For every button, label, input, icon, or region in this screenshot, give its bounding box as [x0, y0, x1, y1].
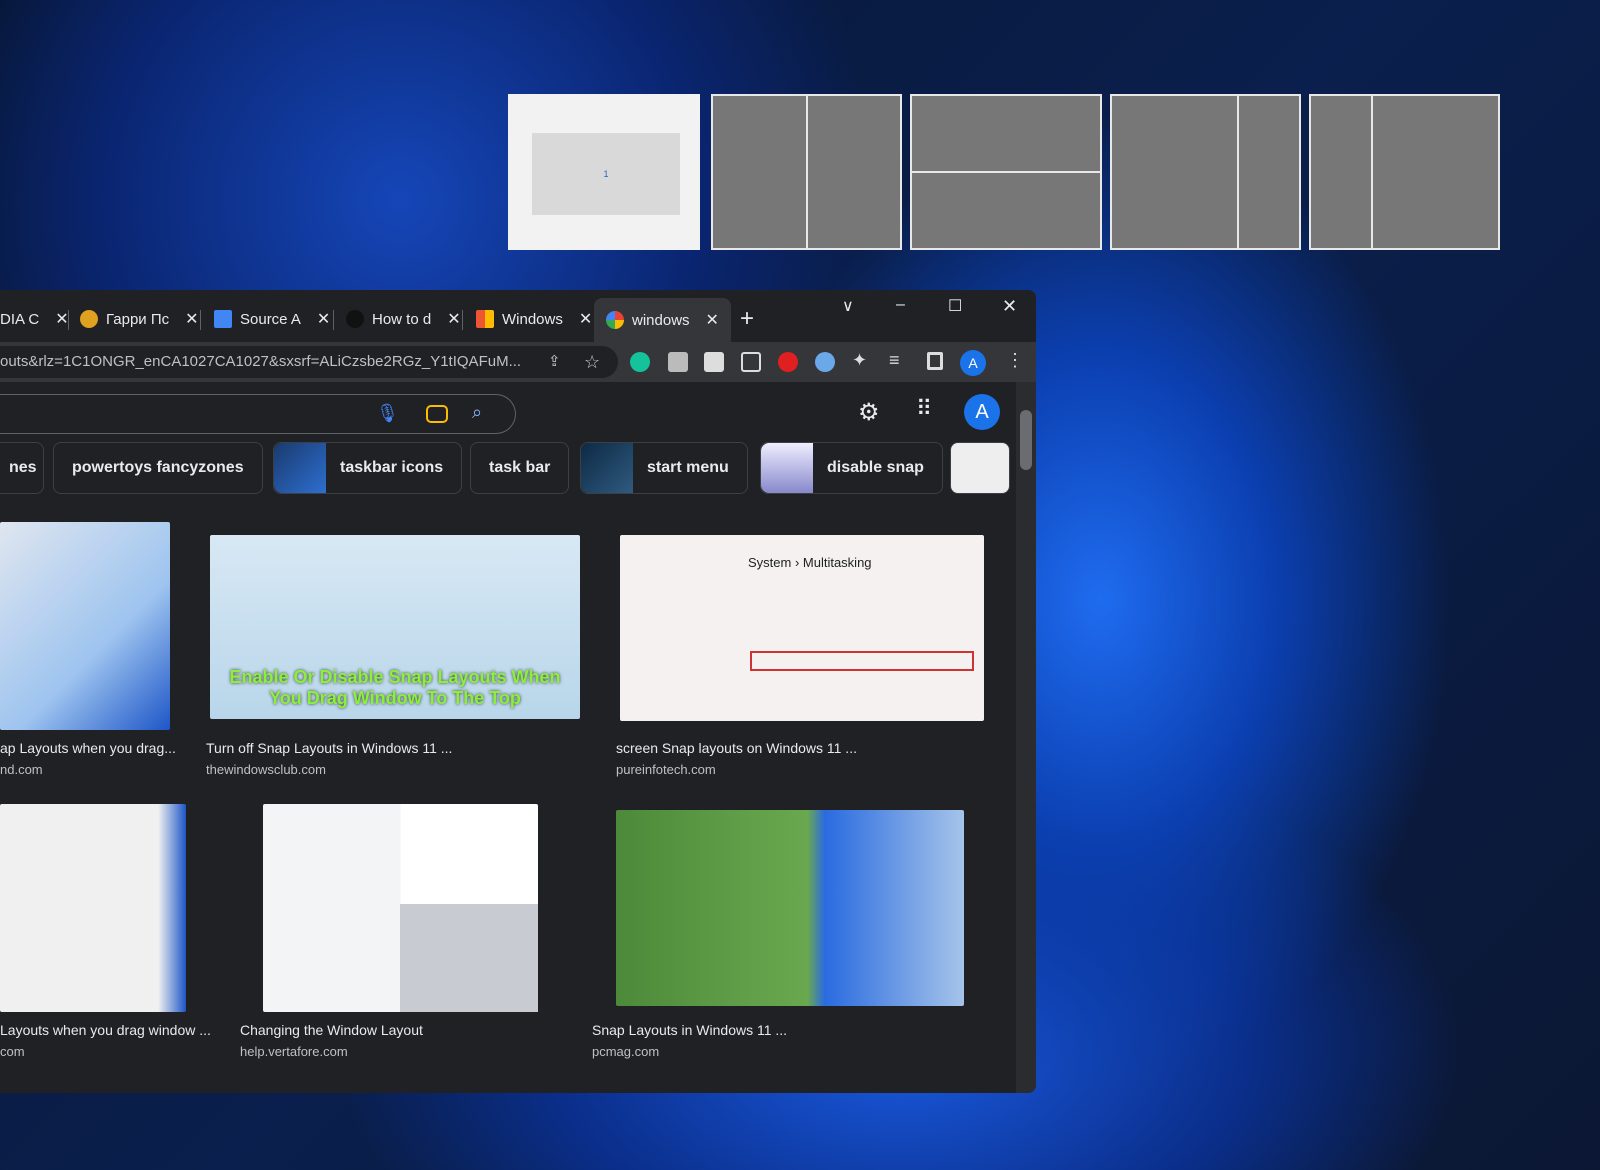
tab[interactable]: Windows ✕: [476, 304, 592, 334]
chip[interactable]: powertoys fancyzones: [53, 442, 263, 494]
settings-gear-icon[interactable]: ⚙: [858, 398, 880, 427]
search-extension-icon[interactable]: [815, 352, 835, 372]
voice-search-icon[interactable]: 🎙: [376, 403, 399, 424]
result-image[interactable]: System › Multitasking: [620, 535, 984, 721]
close-tab-icon[interactable]: ✕: [185, 309, 198, 329]
search-results-page: 🎙 ⌕ ⚙ ⠿ A nes powertoys fancyzones taskb…: [0, 382, 1016, 1093]
result-title[interactable]: Snap Layouts in Windows 11 ...: [592, 1022, 787, 1038]
result-source[interactable]: com: [0, 1044, 25, 1059]
extension-icon[interactable]: [668, 352, 688, 372]
picture-in-picture-icon[interactable]: [741, 352, 761, 372]
chip-thumbnail: [274, 443, 326, 493]
result-title[interactable]: ap Layouts when you drag...: [0, 740, 176, 756]
result-title[interactable]: Changing the Window Layout: [240, 1022, 423, 1038]
result-image[interactable]: [0, 804, 186, 1012]
close-tab-icon[interactable]: ✕: [317, 309, 330, 329]
snap-layout-full[interactable]: 1: [508, 94, 700, 250]
chip[interactable]: task bar: [470, 442, 570, 494]
apps-grid-icon[interactable]: ⠿: [916, 396, 932, 422]
chip[interactable]: start menu: [580, 442, 748, 494]
result-title[interactable]: Layouts when you drag window ...: [0, 1022, 211, 1038]
result-title[interactable]: Turn off Snap Layouts in Windows 11 ...: [206, 740, 452, 756]
chip-label: disable snap: [827, 459, 924, 476]
scrollbar-thumb[interactable]: [1020, 410, 1032, 470]
tab[interactable]: Гарри Пс ✕: [80, 304, 199, 334]
tab-label: Source A: [240, 310, 301, 328]
image-overlay-text: Enable Or Disable Snap Layouts When You …: [229, 667, 561, 708]
grammarly-icon[interactable]: [630, 352, 650, 372]
new-tab-button[interactable]: +: [740, 304, 754, 334]
snap-layout-two-columns[interactable]: [711, 94, 902, 250]
docs-icon: [214, 310, 232, 328]
favicon-icon: [346, 310, 364, 328]
result-title[interactable]: screen Snap layouts on Windows 11 ...: [616, 740, 857, 756]
extensions-puzzle-icon[interactable]: ✦: [852, 350, 872, 370]
browser-window: DIA C ✕ Гарри Пс ✕ Source A ✕ How to d ✕ Win…: [0, 290, 1036, 1093]
tab-label: DIA C: [0, 310, 40, 328]
chip[interactable]: [950, 442, 1010, 494]
share-icon[interactable]: ⇪: [548, 346, 561, 378]
toolbar: outs&rlz=1C1ONGR_enCA1027CA1027&sxsrf=AL…: [0, 342, 1036, 382]
side-panel-icon[interactable]: [927, 352, 943, 370]
chip-thumbnail: [761, 443, 813, 493]
scrollbar[interactable]: [1016, 382, 1036, 1093]
search-input[interactable]: 🎙 ⌕: [0, 394, 516, 434]
result-source[interactable]: pureinfotech.com: [616, 762, 716, 777]
chip-label: powertoys fancyzones: [72, 459, 244, 476]
result-source[interactable]: nd.com: [0, 762, 43, 777]
chip-label: task bar: [489, 459, 551, 476]
result-image[interactable]: Enable Or Disable Snap Layouts When You …: [210, 535, 580, 719]
tab-label: windows: [632, 311, 690, 329]
tab-active[interactable]: windows ✕: [594, 298, 731, 342]
tab-label: Гарри Пс: [106, 310, 170, 328]
url-text: outs&rlz=1C1ONGR_enCA1027CA1027&sxsrf=AL…: [0, 353, 522, 370]
close-tab-icon[interactable]: ✕: [579, 309, 592, 329]
snap-layout-two-rows[interactable]: [910, 94, 1102, 250]
result-source[interactable]: thewindowsclub.com: [206, 762, 326, 777]
close-tab-icon[interactable]: ✕: [55, 309, 68, 329]
tab-search-button[interactable]: ∨: [842, 296, 854, 316]
tab[interactable]: DIA C ✕: [0, 304, 69, 334]
snap-layout-wide-left[interactable]: [1110, 94, 1301, 250]
result-image[interactable]: [616, 810, 964, 1006]
result-image[interactable]: [0, 522, 170, 730]
chip-thumbnail: [581, 443, 633, 493]
chip-label: start menu: [647, 459, 729, 476]
close-tab-icon[interactable]: ✕: [447, 309, 460, 329]
tab-label: Windows: [502, 310, 563, 328]
zone-label: 1: [603, 169, 609, 179]
chip-label: nes: [9, 459, 37, 476]
bookmark-star-icon[interactable]: ☆: [584, 346, 600, 378]
tab-strip: DIA C ✕ Гарри Пс ✕ Source A ✕ How to d ✕ Win…: [0, 290, 1036, 342]
result-image[interactable]: [263, 804, 538, 1012]
chip-label: taskbar icons: [340, 459, 444, 476]
result-source[interactable]: help.vertafore.com: [240, 1044, 348, 1059]
profile-avatar[interactable]: A: [960, 350, 986, 376]
close-tab-icon[interactable]: ✕: [706, 310, 719, 330]
snap-zone[interactable]: 1: [532, 133, 680, 215]
snap-layout-wide-right[interactable]: [1309, 94, 1500, 250]
extension-icon[interactable]: [704, 352, 724, 372]
image-overlay-text: System › Multitasking: [748, 555, 872, 570]
favicon-icon: [476, 310, 494, 328]
chip[interactable]: disable snap: [760, 442, 943, 494]
lens-camera-icon[interactable]: [426, 405, 448, 423]
search-icon[interactable]: ⌕: [472, 402, 482, 423]
account-avatar[interactable]: A: [964, 394, 1000, 430]
tab-label: How to d: [372, 310, 432, 328]
google-icon: [606, 311, 624, 329]
maximize-button[interactable]: ☐: [948, 296, 962, 316]
close-window-button[interactable]: ✕: [1002, 296, 1017, 317]
chip[interactable]: nes: [0, 442, 44, 494]
media-queue-icon[interactable]: ≡: [889, 350, 909, 370]
tab[interactable]: How to d ✕: [346, 304, 461, 334]
chip[interactable]: taskbar icons: [273, 442, 463, 494]
address-bar[interactable]: outs&rlz=1C1ONGR_enCA1027CA1027&sxsrf=AL…: [0, 346, 618, 378]
minimize-button[interactable]: –: [896, 296, 905, 314]
result-source[interactable]: pcmag.com: [592, 1044, 659, 1059]
menu-kebab-icon[interactable]: ⋮: [1006, 350, 1024, 371]
adblock-icon[interactable]: [778, 352, 798, 372]
tab[interactable]: Source A ✕: [214, 304, 330, 334]
favicon-icon: [80, 310, 98, 328]
